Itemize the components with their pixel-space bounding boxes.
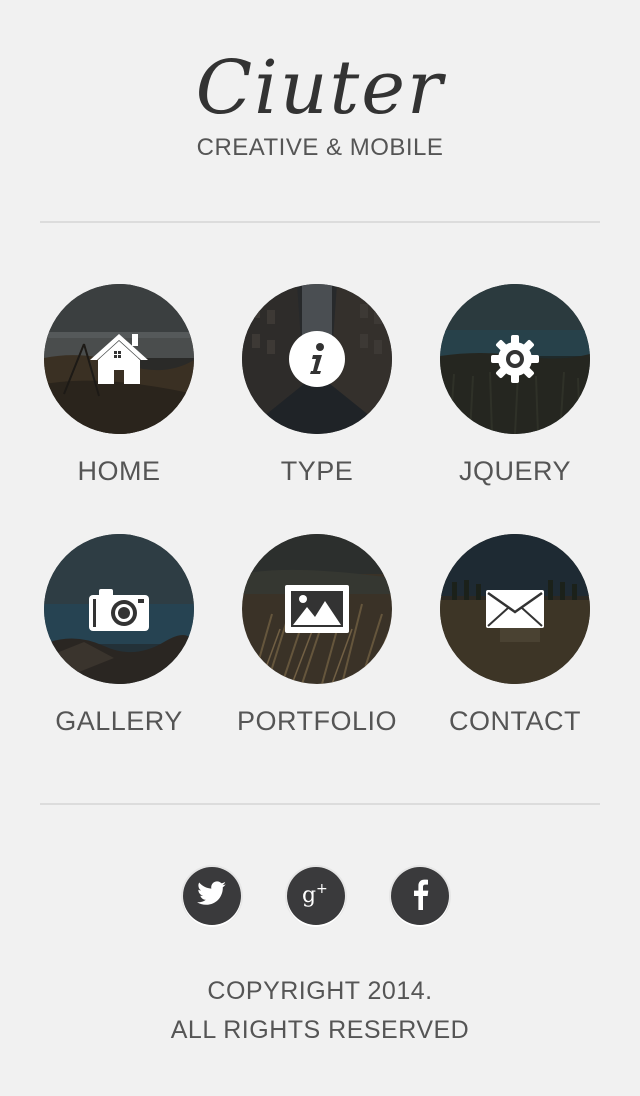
gear-icon	[440, 284, 590, 434]
jquery-thumbnail	[440, 284, 590, 434]
menu-label-gallery: GALLERY	[55, 706, 183, 736]
menu-item-jquery[interactable]: JQUERY	[416, 284, 614, 487]
menu-item-home[interactable]: HOME	[20, 284, 218, 487]
home-icon	[44, 284, 194, 434]
image-icon	[242, 534, 392, 684]
gallery-thumbnail	[44, 534, 194, 684]
google-plus-icon: g +	[300, 880, 332, 913]
menu-label-home: HOME	[77, 456, 161, 486]
site-logo[interactable]: Ciuter	[0, 40, 640, 136]
menu-label-portfolio: PORTFOLIO	[236, 706, 398, 736]
menu-item-gallery[interactable]: GALLERY	[20, 534, 218, 737]
copyright-line-1: COPYRIGHT 2014.	[207, 977, 433, 1005]
site-tagline: CREATIVE & MOBILE	[196, 134, 444, 161]
svg-text:g: g	[302, 883, 316, 908]
home-thumbnail	[44, 284, 194, 434]
menu-item-type[interactable]: TYPE	[218, 284, 416, 487]
contact-thumbnail	[440, 534, 590, 684]
twitter-icon	[197, 880, 227, 912]
portfolio-thumbnail	[242, 534, 392, 684]
google-plus-button[interactable]: g +	[287, 867, 345, 925]
envelope-icon	[440, 534, 590, 684]
twitter-button[interactable]	[183, 867, 241, 925]
copyright-notice: COPYRIGHT 2014. ALL RIGHTS RESERVED	[0, 972, 640, 1050]
camera-icon	[44, 534, 194, 684]
facebook-button[interactable]	[391, 867, 449, 925]
copyright-line-2: ALL RIGHTS RESERVED	[170, 1016, 470, 1044]
menu-item-portfolio[interactable]: PORTFOLIO	[218, 534, 416, 737]
facebook-icon	[411, 878, 429, 915]
svg-text:+: +	[316, 881, 328, 897]
menu-label-contact: CONTACT	[449, 706, 581, 736]
menu-label-jquery: JQUERY	[458, 456, 572, 486]
top-divider	[40, 221, 600, 223]
site-header: Ciuter CREATIVE & MOBILE	[0, 40, 640, 162]
menu-label-type: TYPE	[280, 456, 354, 486]
type-thumbnail	[242, 284, 392, 434]
menu-item-contact[interactable]: CONTACT	[416, 534, 614, 737]
info-icon	[242, 284, 392, 434]
bottom-divider	[40, 803, 600, 805]
